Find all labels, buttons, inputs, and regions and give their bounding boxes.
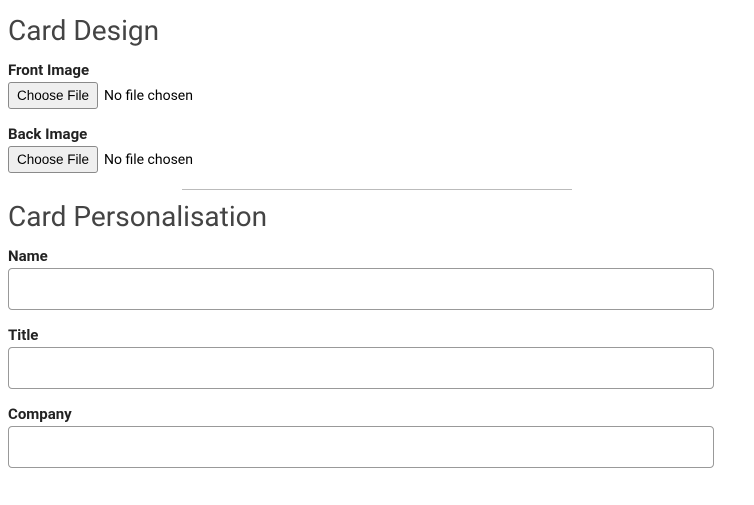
name-input[interactable]	[8, 268, 714, 310]
title-input[interactable]	[8, 347, 714, 389]
back-image-status: No file chosen	[104, 152, 193, 168]
front-image-file-input[interactable]: Choose File No file chosen	[8, 82, 746, 109]
name-label: Name	[8, 247, 746, 265]
title-label: Title	[8, 326, 746, 344]
card-personalisation-section: Card Personalisation Name Title Company	[8, 200, 746, 468]
name-field: Name	[8, 247, 746, 310]
front-image-status: No file chosen	[104, 88, 193, 104]
choose-file-button[interactable]: Choose File	[8, 82, 98, 109]
company-label: Company	[8, 405, 746, 423]
card-design-heading: Card Design	[8, 14, 746, 47]
front-image-field: Front Image Choose File No file chosen	[8, 61, 746, 109]
back-image-label: Back Image	[8, 125, 746, 143]
company-input[interactable]	[8, 426, 714, 468]
back-image-file-input[interactable]: Choose File No file chosen	[8, 146, 746, 173]
back-image-field: Back Image Choose File No file chosen	[8, 125, 746, 173]
front-image-label: Front Image	[8, 61, 746, 79]
company-field: Company	[8, 405, 746, 468]
choose-file-button[interactable]: Choose File	[8, 146, 98, 173]
section-divider	[182, 189, 572, 190]
title-field: Title	[8, 326, 746, 389]
card-design-section: Card Design Front Image Choose File No f…	[8, 14, 746, 173]
card-personalisation-heading: Card Personalisation	[8, 200, 746, 233]
